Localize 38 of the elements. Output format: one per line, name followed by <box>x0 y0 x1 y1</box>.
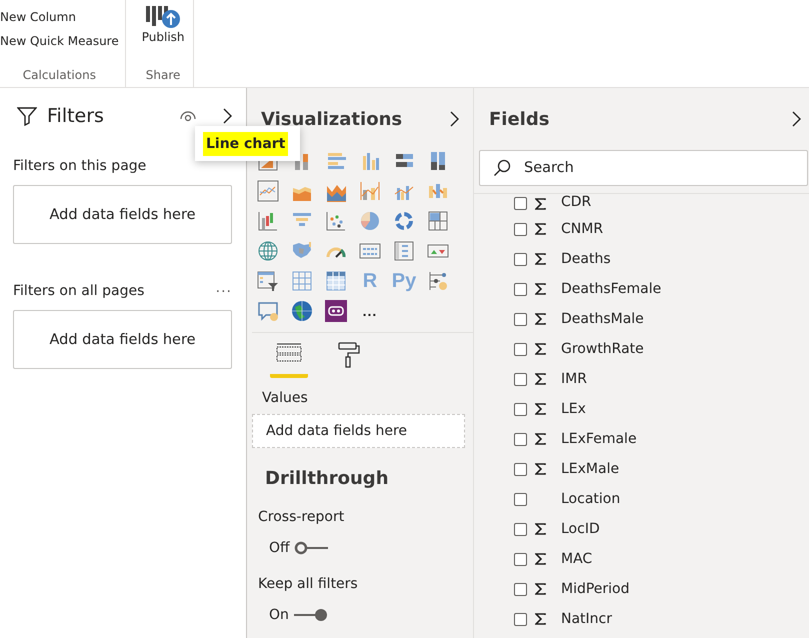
field-name[interactable]: LExFemale <box>561 431 637 447</box>
ribbon-group-label: Share <box>144 67 182 84</box>
ribbon-button[interactable]: New Column <box>0 10 119 24</box>
pane-title: Filters <box>47 105 105 127</box>
more-visuals-button[interactable]: ... <box>359 300 381 322</box>
field-name[interactable]: Deaths <box>561 251 611 267</box>
field-name[interactable]: LEx <box>561 401 586 417</box>
toggle-state: Off <box>269 540 290 556</box>
toggle-label: Cross-report <box>258 509 346 525</box>
field-name[interactable]: NatIncr <box>561 611 612 627</box>
field-name[interactable]: CNMR <box>561 221 604 237</box>
section-label: Filters on all pages <box>13 283 146 299</box>
ribbon-button[interactable]: New Quick Measure <box>0 34 119 48</box>
drop-zone[interactable]: Add data fields here <box>252 414 465 448</box>
section-title: Drillthrough <box>265 468 390 489</box>
drop-zone[interactable]: Add data fields here <box>13 310 232 369</box>
field-name[interactable]: LExMale <box>561 461 620 477</box>
field-name[interactable]: MAC <box>561 551 592 567</box>
field-name[interactable]: GrowthRate <box>561 341 644 357</box>
ribbon-group-label: Calculations <box>22 67 97 84</box>
toggle-state: On <box>269 607 289 623</box>
section-label: Filters on this page <box>13 158 148 174</box>
search-field[interactable]: Search <box>479 150 808 186</box>
more-options-button[interactable]: ... <box>216 280 232 302</box>
field-name[interactable]: LocID <box>561 521 600 537</box>
field-name[interactable]: MidPeriod <box>561 581 630 597</box>
toggle-label: Keep all filters <box>258 576 359 592</box>
field-name[interactable]: IMR <box>561 371 587 387</box>
field-name[interactable]: DeathsFemale <box>561 281 662 297</box>
pane-title: Fields <box>489 108 550 130</box>
field-name[interactable]: DeathsMale <box>561 311 644 327</box>
field-name[interactable]: Location <box>561 491 620 507</box>
tooltip-text: Line chart <box>203 132 288 156</box>
publish-button[interactable]: Publish <box>134 6 193 44</box>
field-name[interactable]: CDR <box>561 194 592 210</box>
pane-title: Visualizations <box>261 108 404 130</box>
well-label: Values <box>261 389 309 406</box>
drop-zone[interactable]: Add data fields here <box>13 185 232 244</box>
